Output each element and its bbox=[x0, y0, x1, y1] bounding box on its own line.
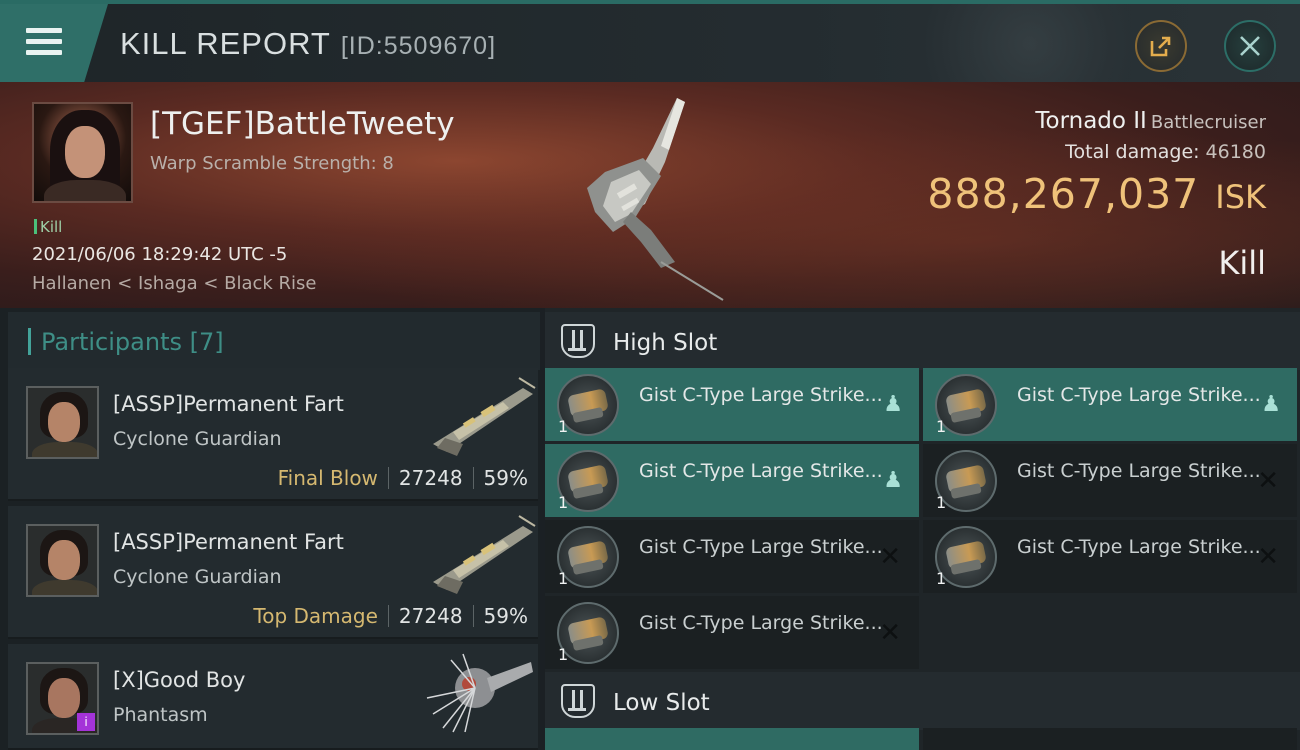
person-icon: ♟ bbox=[1261, 392, 1281, 417]
participant-ship: Phantasm bbox=[113, 704, 208, 726]
module-name: Gist C-Type Large Strike... bbox=[1017, 536, 1261, 558]
destroyed-icon: ✕ bbox=[1257, 542, 1279, 572]
participant-portrait bbox=[26, 524, 99, 597]
kill-location: Hallanen < Ishaga < Black Rise bbox=[32, 273, 317, 294]
share-button[interactable] bbox=[1135, 20, 1187, 72]
participant-name: [ASSP]Permanent Fart bbox=[113, 530, 344, 554]
module-item[interactable]: 1 Gist C-Type Large Strike... ♟ bbox=[545, 444, 919, 517]
share-icon bbox=[1150, 36, 1171, 57]
low-slot-icon bbox=[561, 684, 595, 718]
low-slot-header: Low Slot bbox=[545, 672, 1300, 730]
participants-title: Participants [7] bbox=[41, 328, 224, 356]
isk-unit: ISK bbox=[1215, 178, 1266, 216]
destroyed-icon: ✕ bbox=[879, 618, 901, 648]
module-name: Gist C-Type Large Strike... bbox=[639, 460, 883, 482]
close-button[interactable] bbox=[1224, 20, 1276, 72]
total-damage-label: Total damage: bbox=[1065, 141, 1200, 163]
header-bar: KILL REPORT [ID:5509670] bbox=[0, 0, 1300, 82]
close-icon bbox=[1240, 36, 1260, 56]
victim-portrait[interactable] bbox=[32, 102, 133, 203]
low-slot-label: Low Slot bbox=[613, 690, 710, 716]
module-quantity: 1 bbox=[936, 569, 947, 588]
module-item[interactable]: 1 Gist C-Type Large Strike... ♟ bbox=[545, 368, 919, 441]
kill-tag-bar bbox=[34, 219, 37, 234]
participant-name: [X]Good Boy bbox=[113, 668, 246, 692]
person-icon: ♟ bbox=[883, 392, 903, 417]
module-quantity: 1 bbox=[936, 493, 947, 512]
participant-portrait bbox=[26, 386, 99, 459]
high-slot-header: High Slot bbox=[545, 312, 1300, 370]
module-item[interactable]: 1 Gist C-Type Large Strike... ✕ bbox=[923, 444, 1297, 517]
module-item[interactable]: 1 Gist C-Type Large Strike... ✕ bbox=[545, 520, 919, 593]
high-slot-icon bbox=[561, 324, 595, 358]
module-item-partial[interactable] bbox=[923, 728, 1297, 750]
participant-percent: 59% bbox=[483, 466, 528, 490]
module-item[interactable]: 1 Gist C-Type Large Strike... ♟ bbox=[923, 368, 1297, 441]
participant-name: [ASSP]Permanent Fart bbox=[113, 392, 344, 416]
destroyed-icon: ✕ bbox=[879, 542, 901, 572]
info-badge: i bbox=[77, 713, 95, 731]
participant-row[interactable]: i [X]Good Boy Phantasm bbox=[8, 644, 538, 750]
participant-portrait: i bbox=[26, 662, 99, 735]
module-item[interactable]: 1 Gist C-Type Large Strike... ✕ bbox=[545, 596, 919, 669]
participant-row[interactable]: [ASSP]Permanent Fart Cyclone Guardian To… bbox=[8, 506, 538, 639]
module-item[interactable]: 1 Gist C-Type Large Strike... ✕ bbox=[923, 520, 1297, 593]
ship-name: Tornado II bbox=[1035, 108, 1147, 134]
fitting-panel: High Slot 1 Gist C-Type Large Strike... … bbox=[545, 308, 1300, 750]
victim-ship-image bbox=[587, 98, 724, 301]
destroyed-icon: ✕ bbox=[1257, 466, 1279, 496]
victim-name[interactable]: [TGEF]BattleTweety bbox=[150, 106, 455, 142]
participant-percent: 59% bbox=[483, 604, 528, 628]
module-name: Gist C-Type Large Strike... bbox=[1017, 460, 1261, 482]
participants-panel: Participants [7] [ASSP]Permanent Fart Cy… bbox=[0, 308, 540, 750]
hamburger-menu-icon[interactable] bbox=[26, 28, 62, 56]
participant-stats: Top Damage 27248 59% bbox=[253, 604, 528, 628]
participant-damage: 27248 bbox=[398, 466, 463, 490]
participant-stats: Final Blow 27248 59% bbox=[278, 466, 528, 490]
module-name: Gist C-Type Large Strike... bbox=[639, 384, 883, 406]
participant-ship-image bbox=[433, 377, 536, 456]
module-name: Gist C-Type Large Strike... bbox=[639, 536, 883, 558]
participant-damage: 27248 bbox=[398, 604, 463, 628]
isk-amount: 888,267,037 bbox=[927, 170, 1200, 218]
module-quantity: 1 bbox=[558, 493, 569, 512]
result-label: Kill bbox=[1218, 244, 1266, 282]
participant-role: Final Blow bbox=[277, 466, 378, 490]
module-name: Gist C-Type Large Strike... bbox=[639, 612, 883, 634]
total-damage-value: 46180 bbox=[1205, 141, 1266, 163]
module-quantity: 1 bbox=[558, 645, 569, 664]
module-item-partial[interactable] bbox=[545, 728, 919, 750]
participant-ship-image bbox=[433, 515, 536, 594]
module-quantity: 1 bbox=[558, 417, 569, 436]
module-quantity: 1 bbox=[936, 417, 947, 436]
module-name: Gist C-Type Large Strike... bbox=[1017, 384, 1261, 406]
participants-accent bbox=[28, 328, 31, 355]
high-slot-label: High Slot bbox=[613, 330, 718, 356]
report-id: [ID:5509670] bbox=[340, 32, 497, 60]
warp-scramble-strength: Warp Scramble Strength: 8 bbox=[150, 153, 394, 174]
victim-ship-type[interactable]: Tornado II Battlecruiser bbox=[1035, 108, 1266, 134]
page-title: KILL REPORT [ID:5509670] bbox=[120, 26, 496, 62]
participant-ship-image bbox=[426, 653, 533, 733]
participants-header[interactable]: Participants [7] bbox=[8, 312, 540, 370]
victim-summary: [TGEF]BattleTweety Warp Scramble Strengt… bbox=[0, 82, 1300, 308]
header-decoration bbox=[910, 4, 1150, 82]
participant-role: Top Damage bbox=[253, 604, 378, 628]
title-text: KILL REPORT bbox=[120, 26, 331, 61]
kill-tag: Kill bbox=[34, 218, 62, 236]
participant-ship: Cyclone Guardian bbox=[113, 428, 282, 450]
participant-ship: Cyclone Guardian bbox=[113, 566, 282, 588]
participant-row[interactable]: [ASSP]Permanent Fart Cyclone Guardian Fi… bbox=[8, 368, 538, 501]
person-icon: ♟ bbox=[883, 468, 903, 493]
isk-value: 888,267,037 ISK bbox=[927, 170, 1266, 218]
total-damage: Total damage: 46180 bbox=[1065, 141, 1266, 163]
module-quantity: 1 bbox=[558, 569, 569, 588]
ship-class: Battlecruiser bbox=[1150, 112, 1266, 133]
kill-tag-label: Kill bbox=[40, 218, 63, 236]
kill-timestamp: 2021/06/06 18:29:42 UTC -5 bbox=[32, 244, 288, 265]
